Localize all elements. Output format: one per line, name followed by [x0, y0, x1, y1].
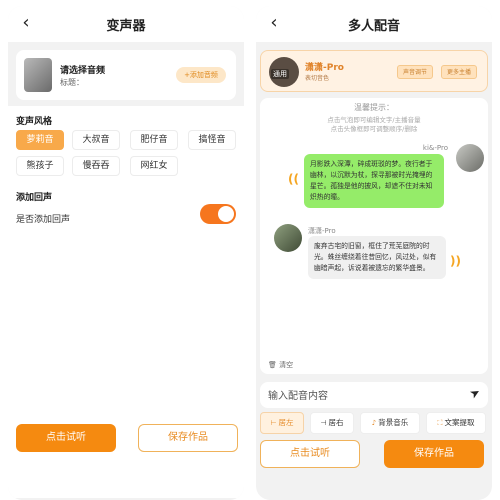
- save-button[interactable]: 保存作品: [384, 440, 484, 468]
- tool-label: 文案提取: [444, 418, 475, 427]
- style-chip-slow[interactable]: 慢吞吞: [72, 156, 120, 176]
- audio-thumbnail: [24, 58, 52, 92]
- scan-icon: ⛶: [437, 419, 443, 427]
- back-icon[interactable]: ‹: [264, 13, 284, 33]
- add-audio-button[interactable]: +添加音频: [176, 67, 226, 83]
- voice-changer-screen: ‹ 变声器 请选择音频 标题： +添加音频 变声风格 萝莉音 大叔音 肥仔音 搞…: [8, 6, 244, 500]
- echo-toggle-label: 是否添加回声: [16, 215, 71, 225]
- listen-button[interactable]: 点击试听: [260, 440, 360, 468]
- page-title: 变声器: [106, 18, 146, 34]
- speaker-name: 潇潇-Pro: [308, 227, 336, 235]
- style-chip-influencer[interactable]: 网红女: [130, 156, 178, 176]
- align-left-button[interactable]: ⊢ 居左: [260, 412, 304, 434]
- echo-section-title: 添加回声: [16, 193, 53, 203]
- align-right-button[interactable]: ⊣ 居右: [310, 412, 354, 434]
- tips-title: 温馨提示：: [354, 103, 394, 112]
- echo-toggle[interactable]: [200, 204, 236, 224]
- save-button[interactable]: 保存作品: [138, 424, 238, 452]
- tool-label: 居左: [278, 418, 294, 427]
- audio-select-card[interactable]: 请选择音频 标题： +添加音频: [16, 50, 236, 100]
- dialogue-bubble[interactable]: 月影跌入深潭，碎成斑驳的梦。夜行者于幽林，以沉默为杖，探寻那被时光掩埋的星芒。孤…: [304, 154, 444, 208]
- background-music-button[interactable]: ♪ 背景音乐: [360, 412, 420, 434]
- voice-name: 潇潇-Pro: [305, 63, 344, 73]
- speaker-avatar[interactable]: [274, 224, 302, 252]
- tips-line-2: 点击头像框即可调整顺序/删除: [330, 125, 418, 133]
- listen-button[interactable]: 点击试听: [16, 424, 116, 452]
- toggle-knob: [218, 206, 234, 222]
- music-icon: ♪: [371, 419, 377, 427]
- dialogue-panel: 温馨提示： 点击气泡即可编辑文字/主播音量 点击头像框即可调整顺序/删除 ki&…: [260, 98, 488, 374]
- voice-badge: 通用: [271, 69, 289, 79]
- clear-label: 清空: [279, 361, 294, 369]
- style-chip-chubby[interactable]: 肥仔音: [130, 130, 178, 150]
- sound-wave-icon: )): [450, 254, 461, 268]
- style-chip-uncle[interactable]: 大叔音: [72, 130, 120, 150]
- voice-adjust-button[interactable]: 声音调节: [397, 65, 433, 79]
- style-chip-loli[interactable]: 萝莉音: [16, 130, 64, 150]
- input-placeholder: 输入配音内容: [268, 391, 328, 402]
- dialogue-bubble[interactable]: 废弃古宅的旧窗，框住了荒芜庭院的时光。蛛丝缠绕着往昔回忆，风过处，似有幽暗声起，…: [308, 236, 446, 279]
- screenshot-root: ‹ 变声器 请选择音频 标题： +添加音频 变声风格 萝莉音 大叔音 肥仔音 搞…: [0, 0, 500, 500]
- clear-button[interactable]: 🗑 清空: [268, 360, 293, 370]
- header: ‹ 多人配音: [256, 6, 492, 42]
- align-left-icon: ⊢: [270, 419, 277, 427]
- audio-title-label: 标题：: [60, 78, 84, 87]
- align-right-icon: ⊣: [320, 419, 327, 427]
- more-anchors-button[interactable]: 更多主播: [441, 65, 477, 79]
- text-extract-button[interactable]: ⛶ 文案提取: [426, 412, 486, 434]
- sound-wave-icon: ((: [288, 172, 299, 186]
- page-title: 多人配音: [347, 18, 400, 34]
- speaker-name: ki&-Pro: [422, 144, 448, 152]
- multi-dubbing-screen: ‹ 多人配音 通用 潇潇-Pro 表切音色 声音调节 更多主播 温馨提示： 点击…: [256, 6, 492, 500]
- tool-label: 居右: [328, 418, 344, 427]
- audio-select-label: 请选择音频: [60, 66, 106, 76]
- tool-label: 背景音乐: [378, 418, 409, 427]
- voice-subtitle: 表切音色: [305, 75, 330, 82]
- current-voice-card: 通用 潇潇-Pro 表切音色 声音调节 更多主播: [260, 50, 488, 92]
- trash-icon: 🗑: [268, 361, 277, 369]
- dubbing-input[interactable]: 输入配音内容 ➤: [260, 382, 488, 408]
- style-section-title: 变声风格: [16, 117, 53, 127]
- speaker-avatar[interactable]: [456, 144, 484, 172]
- send-icon[interactable]: ➤: [467, 384, 483, 401]
- style-chip-kid[interactable]: 熊孩子: [16, 156, 64, 176]
- style-chip-funny[interactable]: 搞怪音: [188, 130, 236, 150]
- header: ‹ 变声器: [8, 6, 244, 42]
- back-icon[interactable]: ‹: [16, 13, 36, 33]
